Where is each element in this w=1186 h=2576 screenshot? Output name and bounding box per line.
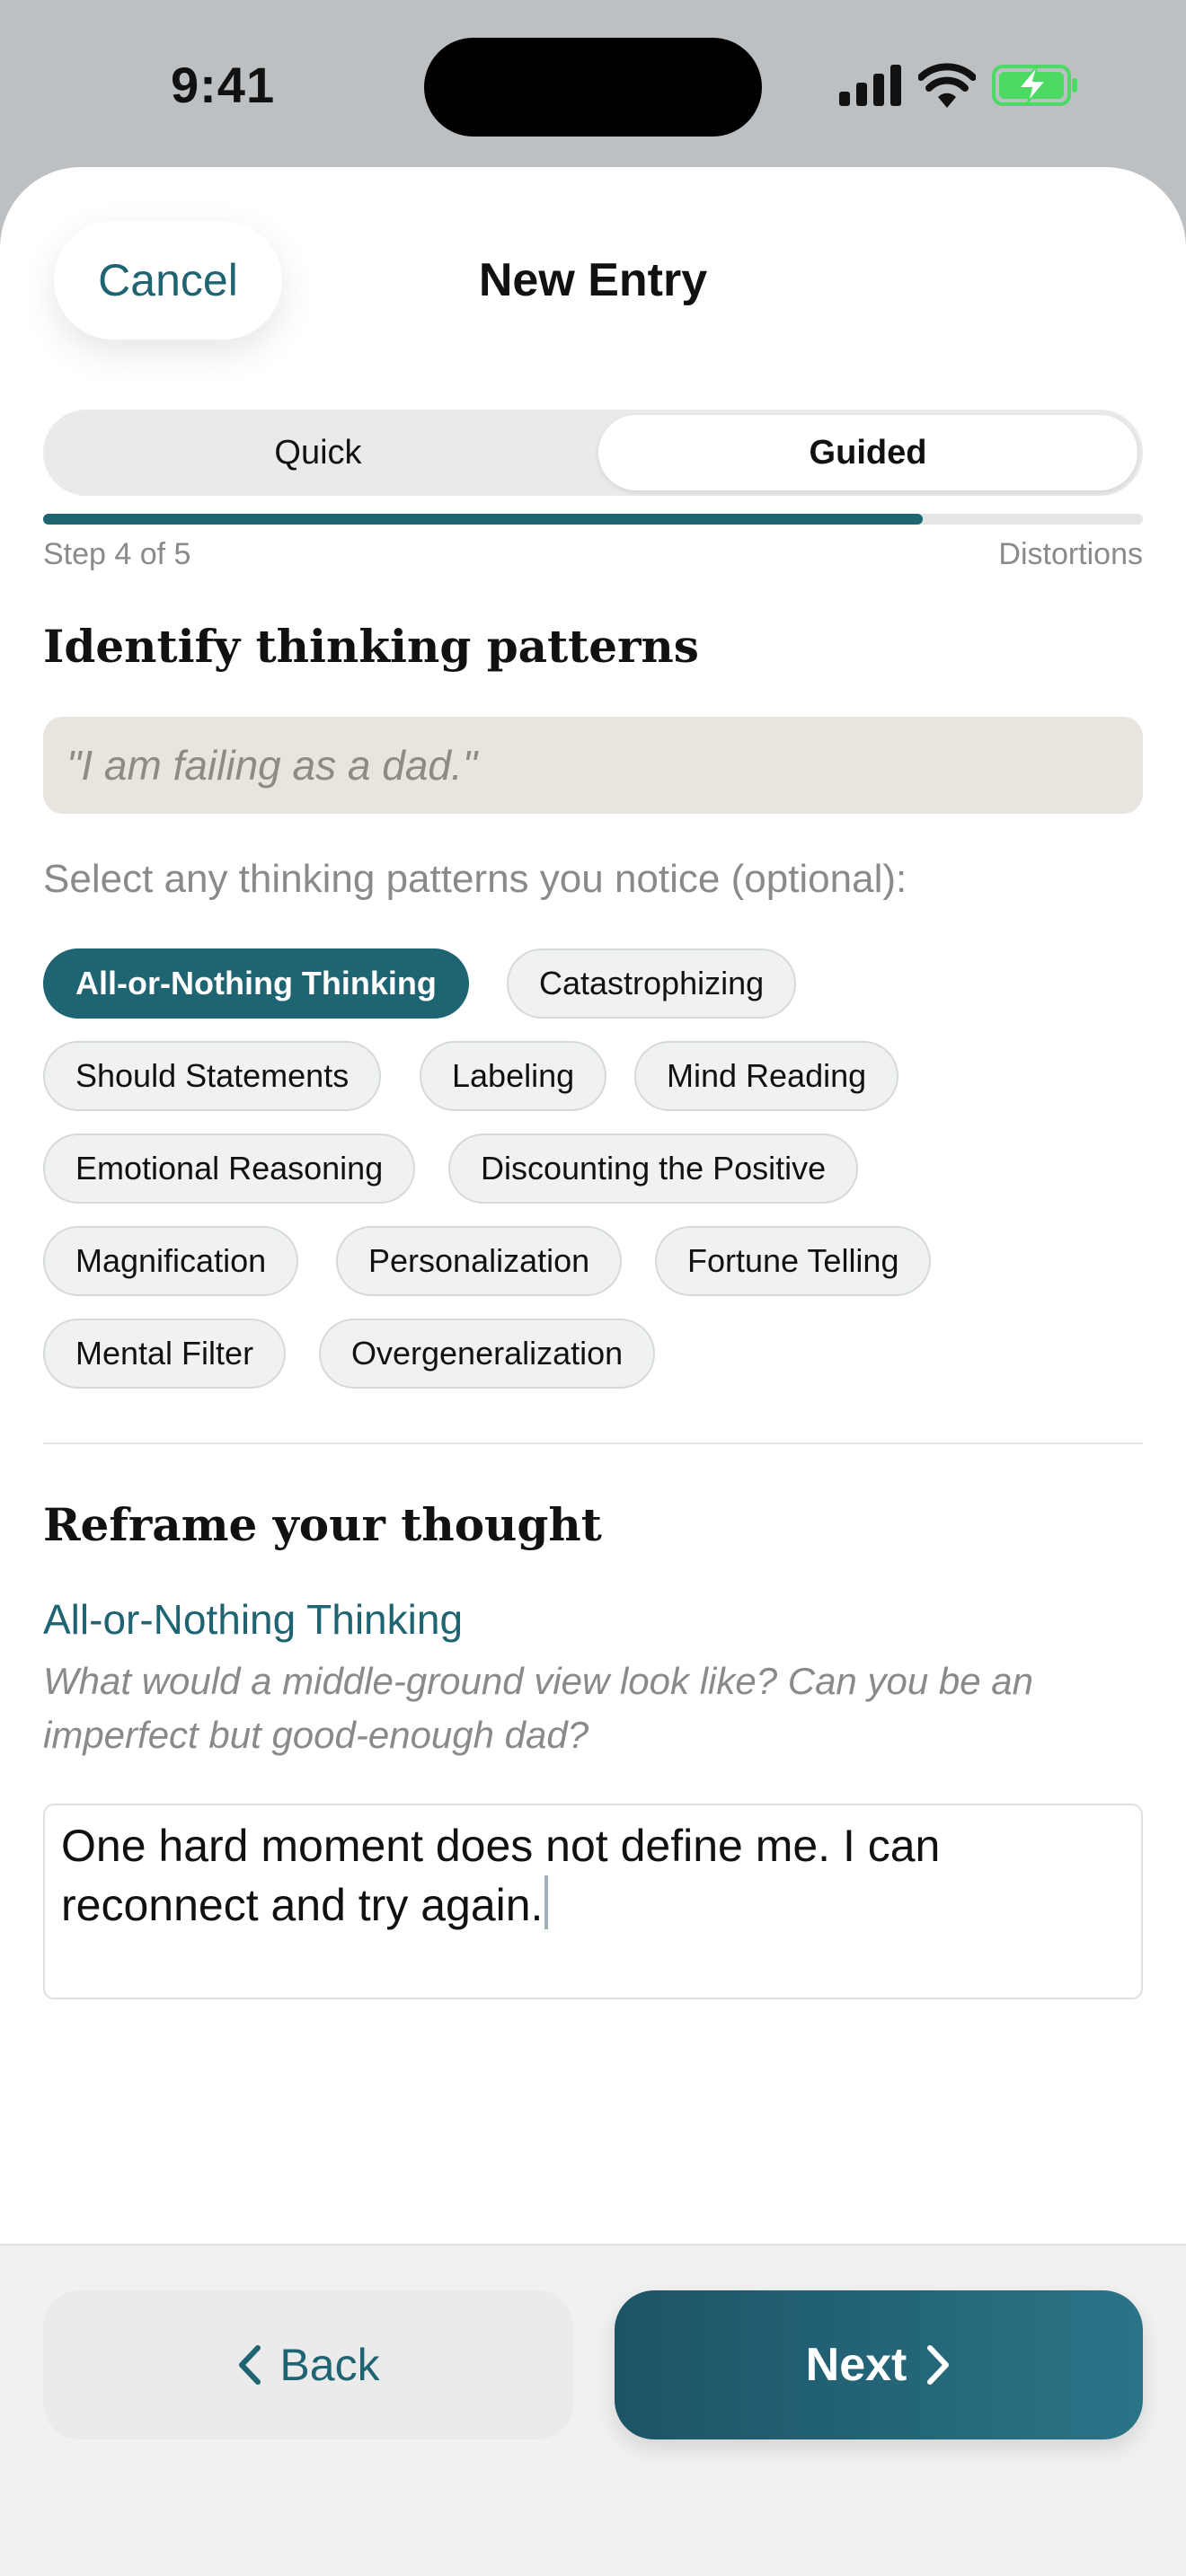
- dynamic-island: [424, 38, 762, 137]
- section-divider: [43, 1442, 1143, 1444]
- text-caret: [544, 1875, 549, 1929]
- wifi-icon: [918, 63, 976, 108]
- progress-bar: [43, 514, 1143, 525]
- step-label: Step 4 of 5: [43, 537, 191, 571]
- pattern-chip[interactable]: Emotional Reasoning: [43, 1134, 416, 1204]
- status-bar: 9:41: [0, 0, 1186, 167]
- back-button[interactable]: Back: [43, 2290, 573, 2439]
- sheet-header: Cancel New Entry: [0, 167, 1186, 370]
- mode-quick[interactable]: Quick: [49, 415, 588, 490]
- identify-title: Identify thinking patterns: [43, 620, 699, 673]
- page-title: New Entry: [478, 254, 708, 306]
- reframe-title: Reframe your thought: [43, 1498, 602, 1551]
- pattern-chip[interactable]: Fortune Telling: [655, 1226, 932, 1296]
- reframe-text-input[interactable]: One hard moment does not define me. I ca…: [43, 1804, 1143, 1999]
- reframe-text-line: reconnect and try again.: [61, 1880, 544, 1930]
- pattern-chip[interactable]: Personalization: [336, 1226, 623, 1296]
- signal-icon: [839, 65, 901, 106]
- pattern-chip[interactable]: Mental Filter: [43, 1319, 287, 1389]
- back-button-label: Back: [279, 2340, 380, 2390]
- next-button-label: Next: [805, 2339, 907, 2391]
- pattern-chip[interactable]: Mind Reading: [634, 1041, 899, 1111]
- pattern-chip[interactable]: Catastrophizing: [507, 948, 797, 1019]
- step-name: Distortions: [998, 537, 1143, 571]
- mode-toggle: Quick Guided: [43, 410, 1143, 496]
- reframe-prompt: What would a middle-ground view look lik…: [43, 1660, 1033, 1756]
- pattern-chip[interactable]: Overgeneralization: [319, 1319, 656, 1389]
- pattern-chip[interactable]: Magnification: [43, 1226, 299, 1296]
- chevron-left-icon: [239, 2345, 261, 2385]
- reframe-text-line: One hard moment does not define me. I ca…: [61, 1821, 941, 1871]
- chevron-right-icon: [927, 2345, 950, 2385]
- patterns-instruction: Select any thinking patterns you notice …: [43, 857, 907, 901]
- status-time: 9:41: [171, 57, 276, 113]
- progress-fill: [43, 514, 924, 525]
- thought-quote: "I am failing as a dad.": [43, 717, 1143, 814]
- reframe-pattern-label: All-or-Nothing Thinking: [43, 1596, 464, 1643]
- battery-charging-icon: [992, 65, 1077, 106]
- pattern-chip[interactable]: Should Statements: [43, 1041, 382, 1111]
- pattern-chip[interactable]: All-or-Nothing Thinking: [43, 948, 469, 1019]
- pattern-chip[interactable]: Labeling: [420, 1041, 607, 1111]
- pattern-chip[interactable]: Discounting the Positive: [448, 1134, 859, 1204]
- next-button[interactable]: Next: [615, 2290, 1143, 2439]
- footer-bar: Back Next: [0, 2244, 1186, 2576]
- new-entry-sheet: Cancel New Entry Quick Guided Step 4 of …: [0, 167, 1186, 2576]
- mode-guided[interactable]: Guided: [598, 415, 1137, 490]
